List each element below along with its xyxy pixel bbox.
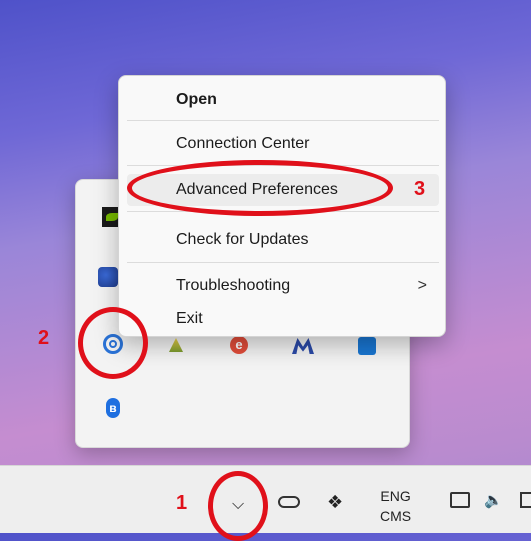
network-icon[interactable] xyxy=(450,492,470,508)
app-icon[interactable] xyxy=(98,267,118,287)
dropbox-icon[interactable]: ❖ xyxy=(327,492,343,513)
menu-separator xyxy=(127,120,439,121)
annotation-number-3: 3 xyxy=(414,178,426,200)
menu-item-label: Troubleshooting xyxy=(176,277,291,294)
menu-item-connection-center[interactable]: Connection Center xyxy=(127,128,439,160)
annotation-ring-step2 xyxy=(78,307,148,379)
menu-item-check-for-updates[interactable]: Check for Updates xyxy=(127,224,439,256)
annotation-number-1: 1 xyxy=(176,492,188,514)
language-indicator[interactable]: ENG CMS xyxy=(380,486,411,526)
menu-item-open[interactable]: Open xyxy=(127,84,439,116)
chevron-right-icon: > xyxy=(417,277,427,294)
volume-icon[interactable]: 🔈 xyxy=(484,491,503,509)
menu-separator xyxy=(127,262,439,263)
menu-item-troubleshooting[interactable]: Troubleshooting > xyxy=(127,270,439,302)
e-app-icon[interactable]: e xyxy=(230,336,248,354)
annotation-ring-step3 xyxy=(127,160,393,216)
yellow-app-icon[interactable] xyxy=(169,338,183,352)
annotation-number-2: 2 xyxy=(38,327,50,349)
bluetooth-icon[interactable]: ʙ xyxy=(106,398,120,418)
onedrive-icon[interactable] xyxy=(278,496,300,508)
battery-icon[interactable] xyxy=(520,492,531,508)
blue-square-icon[interactable] xyxy=(358,337,376,355)
input-method: CMS xyxy=(380,508,412,524)
m-app-icon[interactable] xyxy=(292,336,314,354)
annotation-ring-step1 xyxy=(208,471,268,541)
language-code: ENG xyxy=(380,488,411,504)
menu-item-exit[interactable]: Exit xyxy=(127,303,439,335)
